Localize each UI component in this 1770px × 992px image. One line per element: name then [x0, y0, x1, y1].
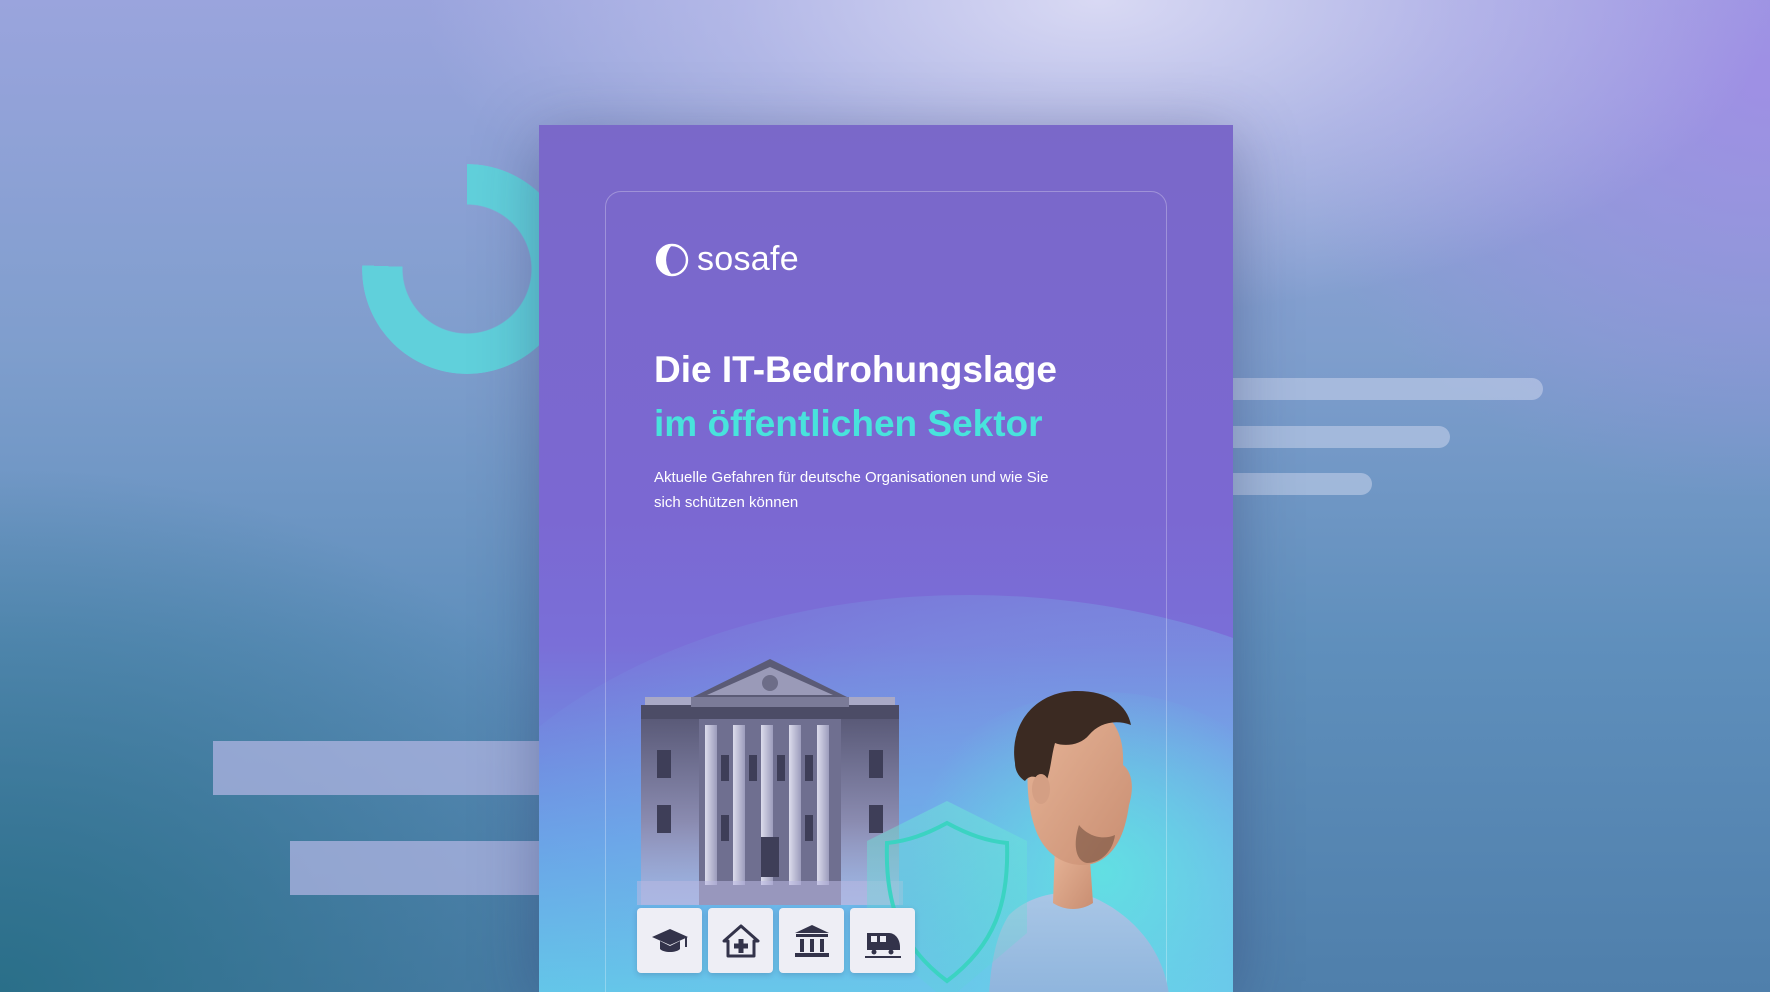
graduation-cap-icon: [651, 928, 688, 952]
train-icon: [864, 932, 901, 958]
decorative-bar: [213, 741, 553, 795]
home-health-icon: [722, 924, 759, 957]
cover-title-highlight: im öffentlichen Sektor: [654, 403, 1043, 444]
government-building-icon: [794, 924, 829, 957]
logo-text: sosafe: [697, 240, 799, 278]
sector-tile-education: [637, 908, 702, 973]
decorative-bar: [1200, 426, 1450, 448]
report-cover: sosafe Die IT-Bedrohungslage im öffentli…: [539, 125, 1233, 992]
sector-tile-government: [779, 908, 844, 973]
sector-tile-transport: [850, 908, 915, 973]
cover-title: Die IT-Bedrohungslage: [654, 349, 1057, 390]
sector-icon-row: [637, 908, 915, 973]
logo-mark-icon: [655, 243, 689, 276]
sosafe-logo: sosafe: [654, 240, 799, 279]
decorative-bar: [1200, 378, 1543, 400]
sector-tile-health: [708, 908, 773, 973]
decorative-bar: [290, 841, 560, 895]
cover-subtitle: Aktuelle Gefahren für deutsche Organisat…: [654, 469, 1049, 511]
